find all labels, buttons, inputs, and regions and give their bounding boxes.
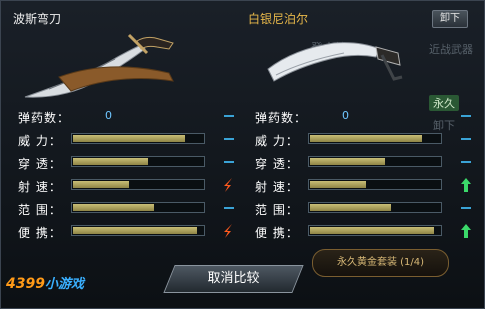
left-stat-bar	[71, 179, 205, 190]
right-ammo-row: 弹药数： 0	[242, 106, 476, 126]
dash-icon	[223, 131, 235, 147]
right-ammo-value: 0	[342, 109, 349, 122]
dash-icon	[223, 154, 235, 170]
right-stat-row: 穿 透：	[242, 152, 476, 172]
right-stat-label: 便 携：	[255, 226, 299, 240]
left-ammo-label: 弹药数：	[18, 111, 71, 125]
left-stat-bar	[71, 225, 205, 236]
right-ammo-label: 弹药数：	[255, 111, 308, 125]
left-stat-bar	[71, 156, 205, 167]
4399-logo: 4399小游戏	[6, 273, 84, 292]
right-stat-bar	[308, 225, 442, 236]
left-stat-bar-fill	[73, 158, 149, 165]
right-stat-bar-fill	[310, 181, 366, 188]
right-stat-bar	[308, 179, 442, 190]
arrow-up-icon	[460, 223, 472, 239]
cancel-compare-button[interactable]: 取消比较	[163, 265, 304, 293]
cancel-compare-label: 取消比较	[207, 271, 260, 286]
right-stat-bar-fill	[310, 227, 434, 234]
left-stat-bar-fill	[73, 204, 154, 211]
left-stat-label: 范 围：	[18, 203, 62, 217]
left-ammo-dash-icon	[223, 108, 235, 124]
arrow-up-icon	[460, 177, 472, 193]
right-stat-row: 范 围：	[242, 198, 476, 218]
left-stat-bar	[71, 133, 205, 144]
arrow-down-icon	[223, 177, 235, 193]
gold-set-badge: 永久黄金套装 (1/4)	[312, 249, 449, 277]
right-ammo-dash-icon	[460, 108, 472, 124]
right-stat-bar	[308, 133, 442, 144]
dash-icon	[460, 131, 472, 147]
dash-icon	[460, 200, 472, 216]
kukri-image	[267, 42, 403, 82]
left-stat-bar-fill	[73, 181, 129, 188]
left-stat-bar-fill	[73, 227, 197, 234]
dash-icon	[223, 200, 235, 216]
left-stat-bar-fill	[73, 135, 185, 142]
dash-icon	[460, 154, 472, 170]
right-stat-bar-fill	[310, 135, 422, 142]
right-stat-bar	[308, 202, 442, 213]
right-weapon-panel: 白银尼泊尔 卸下 弹药数： 0 威 力：穿 透：射 速：范 围：便 携：	[242, 5, 476, 263]
footer-bar: 4399小游戏 取消比较 永久黄金套装 (1/4)	[1, 249, 484, 308]
left-stat-row: 威 力：	[5, 129, 241, 149]
logo-number: 4399	[6, 276, 45, 292]
left-stat-row: 穿 透：	[5, 152, 241, 172]
left-stat-bar	[71, 202, 205, 213]
scimitar-image	[24, 33, 174, 98]
right-stat-bar-fill	[310, 158, 386, 165]
right-stat-bar-fill	[310, 204, 391, 211]
left-stat-label: 威 力：	[18, 134, 62, 148]
unequip-button[interactable]: 卸下	[432, 10, 468, 28]
right-stat-label: 射 速：	[255, 180, 299, 194]
left-weapon-panel: 波斯弯刀 弹药数： 0 威 力：穿 透：射 速：范 围：便 携：	[5, 5, 241, 263]
left-stat-label: 射 速：	[18, 180, 62, 194]
left-stat-row: 范 围：	[5, 198, 241, 218]
compare-window: 登山镐 近战武器 永久 卸下 波斯弯刀 弹药数： 0 威 力：穿 透：射 速：范…	[0, 0, 485, 309]
left-ammo-row: 弹药数： 0	[5, 106, 241, 126]
left-stat-label: 穿 透：	[18, 157, 62, 171]
right-stat-row: 便 携：	[242, 221, 476, 241]
left-ammo-value: 0	[105, 109, 112, 122]
logo-text: 小游戏	[44, 277, 84, 292]
right-stat-bar	[308, 156, 442, 167]
left-stat-row: 便 携：	[5, 221, 241, 241]
left-stat-row: 射 速：	[5, 175, 241, 195]
right-stat-label: 范 围：	[255, 203, 299, 217]
right-stat-label: 穿 透：	[255, 157, 299, 171]
right-stat-row: 威 力：	[242, 129, 476, 149]
arrow-down-icon	[223, 223, 235, 239]
left-stat-label: 便 携：	[18, 226, 62, 240]
right-stat-row: 射 速：	[242, 175, 476, 195]
right-stat-label: 威 力：	[255, 134, 299, 148]
